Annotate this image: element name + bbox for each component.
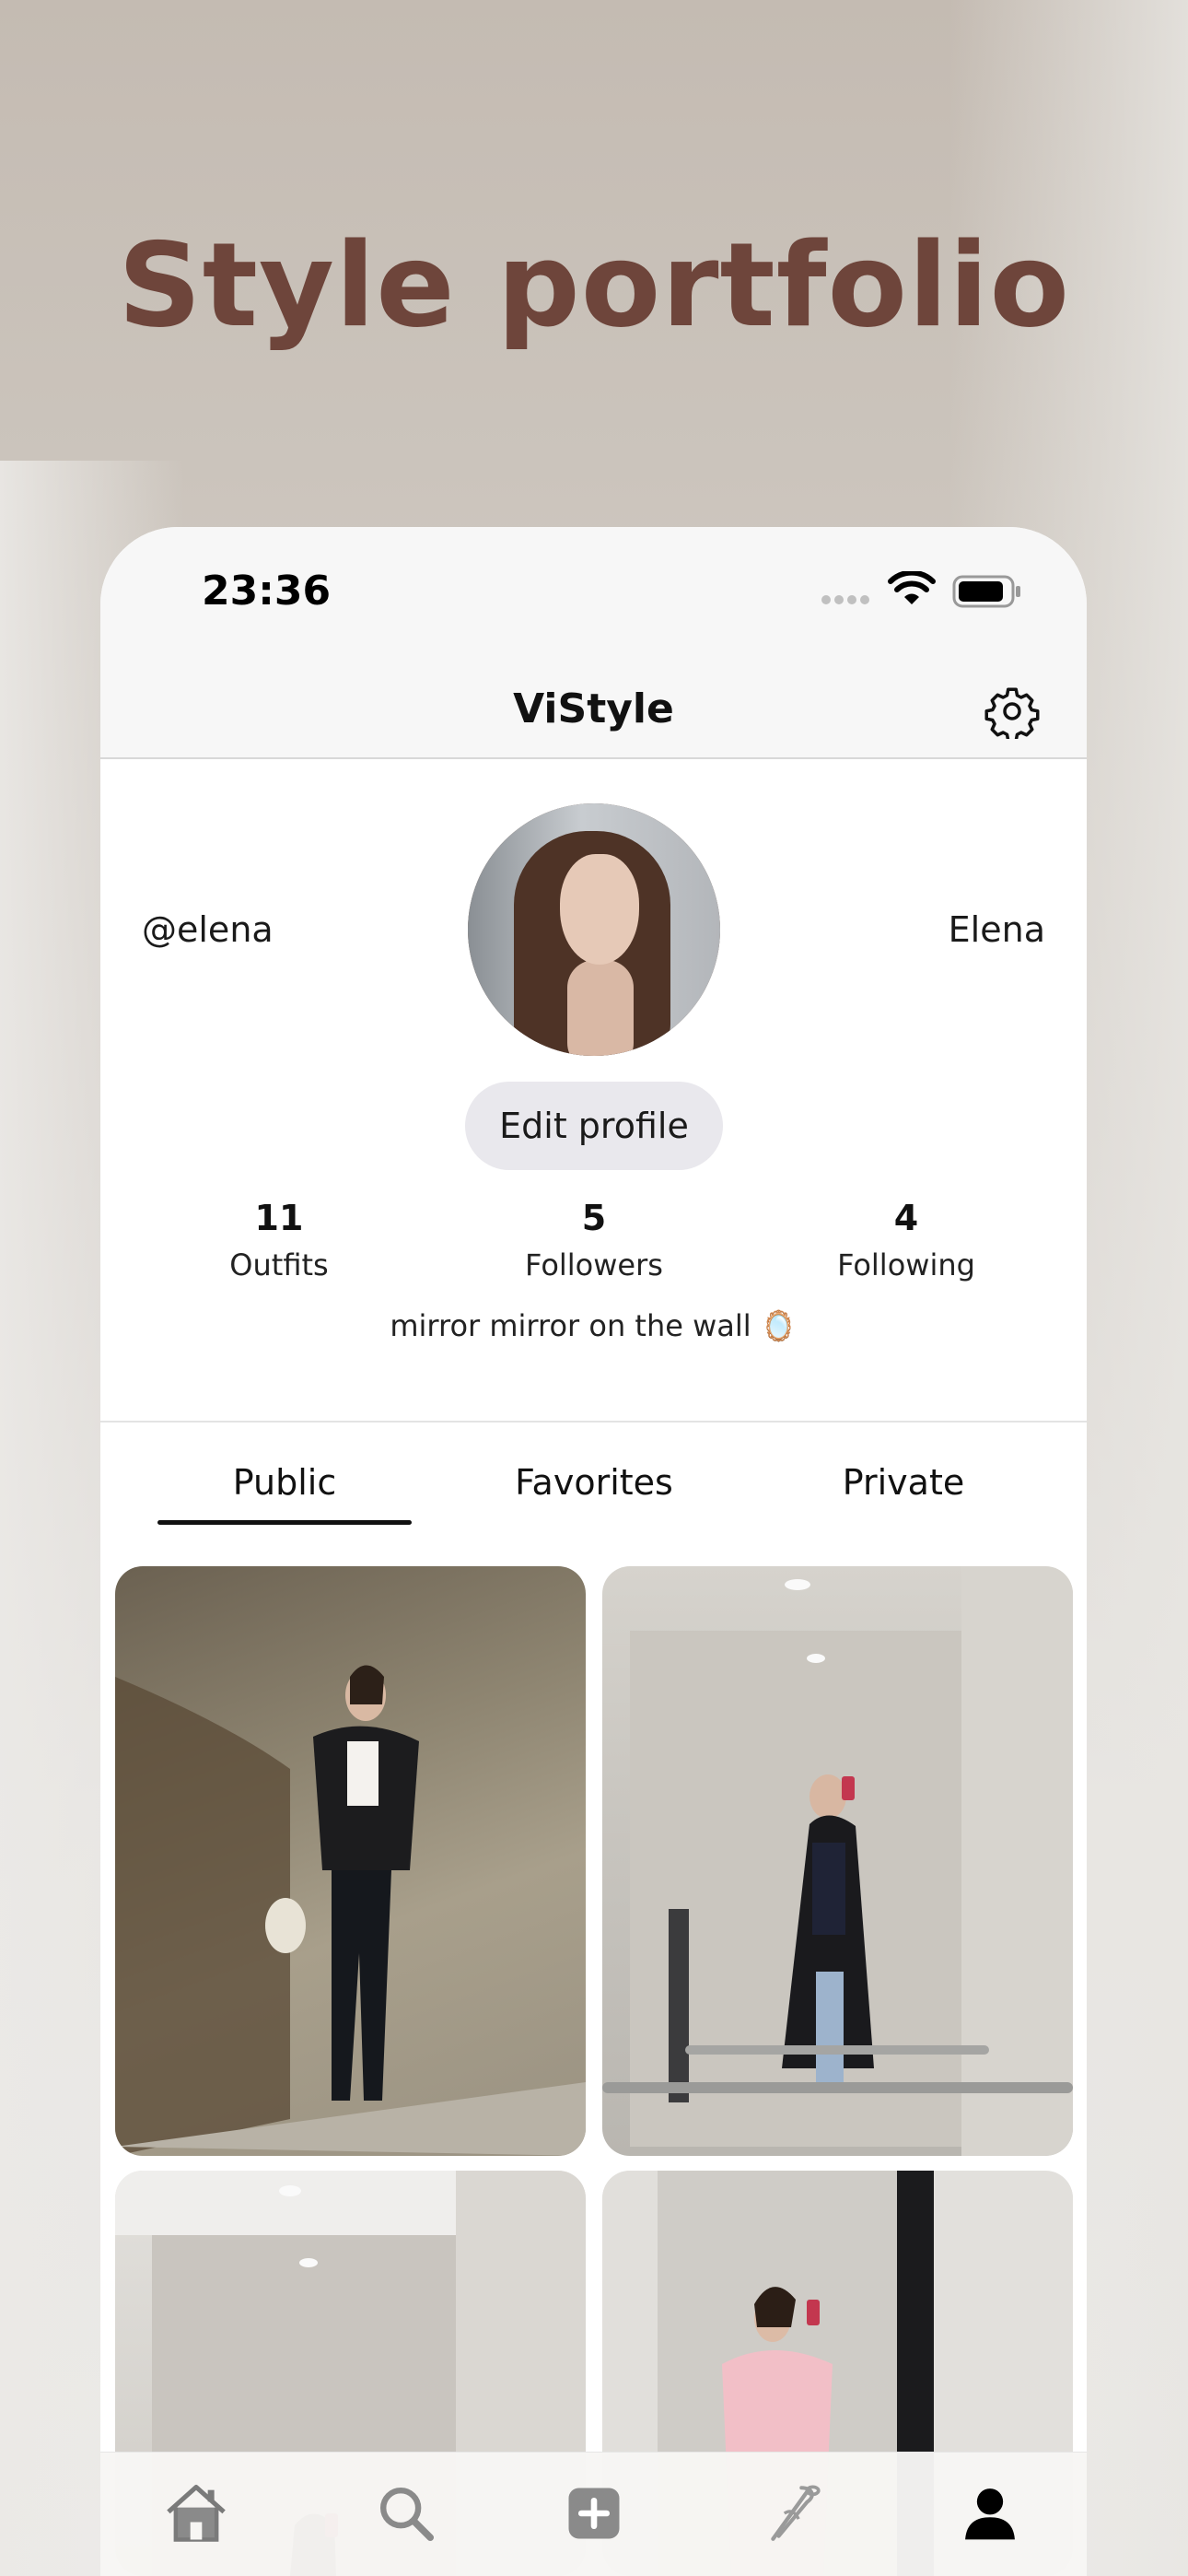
avatar[interactable]: [468, 803, 720, 1056]
tab-profile[interactable]: [953, 2476, 1027, 2550]
tab-search[interactable]: [369, 2476, 443, 2550]
hanger-icon: [771, 2485, 821, 2541]
status-bar: 23:36: [100, 527, 1087, 665]
stat-following[interactable]: 4 Following: [786, 1198, 1026, 1282]
profile-handle: @elena: [142, 909, 274, 950]
nav-bar: ViStyle: [100, 665, 1087, 759]
tab-favorites[interactable]: Favorites: [456, 1462, 732, 1503]
signal-icon: [821, 595, 869, 604]
outfit-photo[interactable]: [602, 1566, 1073, 2156]
home-icon: [167, 2484, 226, 2542]
section-divider: [100, 1421, 1087, 1423]
stat-value: 5: [581, 1198, 607, 1238]
tab-home[interactable]: [159, 2476, 233, 2550]
stat-followers[interactable]: 5 Followers: [474, 1198, 714, 1282]
search-icon: [380, 2488, 435, 2542]
outfit-photo-figure: [115, 1665, 586, 2156]
promo-headline: Style portfolio: [117, 217, 1071, 353]
app-title: ViStyle: [513, 685, 674, 732]
stat-label: Outfits: [229, 1247, 329, 1282]
add-icon: [568, 2488, 620, 2539]
avatar-neck: [567, 960, 634, 1056]
tab-public[interactable]: Public: [146, 1462, 423, 1503]
avatar-face: [560, 854, 639, 965]
status-time: 23:36: [202, 568, 332, 615]
stat-value: 11: [254, 1198, 304, 1238]
profile-display-name: Elena: [948, 909, 1045, 950]
battery-icon: [952, 575, 1020, 608]
edit-profile-button[interactable]: Edit profile: [465, 1082, 723, 1170]
bottom-tab-bar: [100, 2452, 1087, 2576]
settings-button[interactable]: [984, 684, 1040, 743]
stat-outfits[interactable]: 11 Outfits: [159, 1198, 399, 1282]
stat-value: 4: [893, 1198, 919, 1238]
outfit-photo[interactable]: [115, 1566, 586, 2156]
profile-icon: [965, 2488, 1015, 2540]
profile-bio: mirror mirror on the wall 🪞: [390, 1308, 798, 1343]
tab-private[interactable]: Private: [765, 1462, 1042, 1503]
gear-icon: [984, 687, 1040, 743]
active-tab-indicator: [157, 1520, 412, 1525]
wifi-icon: [888, 571, 936, 604]
tab-add-outfit[interactable]: [557, 2476, 631, 2550]
stat-label: Following: [837, 1247, 975, 1282]
outfit-photo-figure: [602, 1566, 1073, 2156]
phone-screen: 23:36 ViStyle @elena Elena Edit profile …: [100, 527, 1087, 2576]
stat-label: Followers: [525, 1247, 663, 1282]
tab-wardrobe[interactable]: [756, 2476, 830, 2550]
